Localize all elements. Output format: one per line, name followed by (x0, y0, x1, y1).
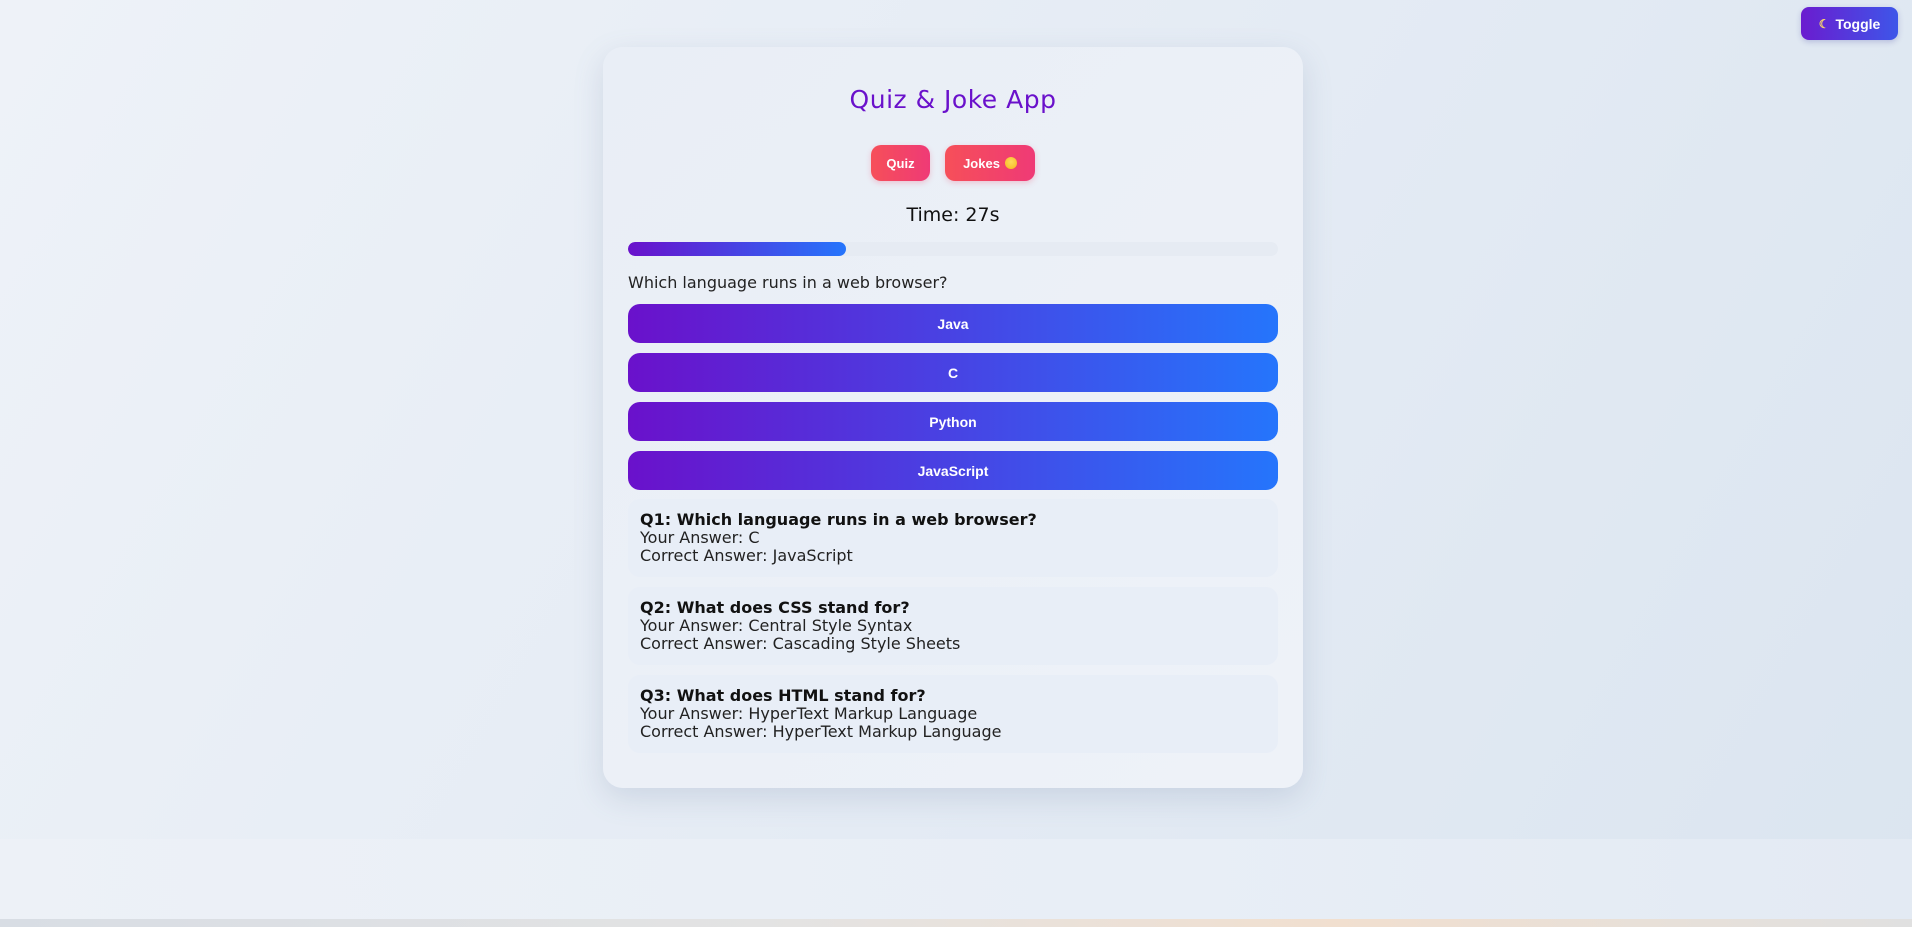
page-title: Quiz & Joke App (849, 85, 1057, 114)
result-item: Q3: What does HTML stand for? Your Answe… (628, 675, 1278, 753)
question-text: Which language runs in a web browser? (628, 273, 948, 292)
result-correct-answer: Correct Answer: Cascading Style Sheets (640, 634, 961, 653)
theme-toggle-label: Toggle (1835, 15, 1881, 32)
tab-jokes[interactable]: Jokes (945, 145, 1035, 181)
moon-icon: ☾ (1818, 16, 1830, 31)
option-c-button[interactable]: C (628, 353, 1278, 392)
results-list: Q1: Which language runs in a web browser… (628, 499, 1278, 763)
answer-options: Java C Python JavaScript (628, 304, 1278, 500)
bottom-edge (0, 919, 1912, 927)
timer-display: Time: 27s (906, 204, 1000, 226)
result-question: Q3: What does HTML stand for? (640, 686, 926, 705)
timer-progress-bar (628, 242, 1278, 256)
result-your-answer: Your Answer: Central Style Syntax (640, 616, 913, 635)
result-item: Q2: What does CSS stand for? Your Answer… (628, 587, 1278, 665)
option-python-button[interactable]: Python (628, 402, 1278, 441)
tab-quiz[interactable]: Quiz (871, 145, 930, 181)
result-question: Q2: What does CSS stand for? (640, 598, 910, 617)
tab-quiz-label: Quiz (886, 155, 915, 171)
option-java-button[interactable]: Java (628, 304, 1278, 343)
tab-jokes-label: Jokes (963, 155, 1000, 171)
result-your-answer: Your Answer: HyperText Markup Language (640, 704, 978, 723)
option-javascript-button[interactable]: JavaScript (628, 451, 1278, 490)
result-correct-answer: Correct Answer: JavaScript (640, 546, 853, 565)
app-card: Quiz & Joke App Quiz Jokes Time: 27s Whi… (603, 47, 1303, 788)
theme-toggle-button[interactable]: ☾ Toggle (1801, 7, 1898, 40)
page-footer-area (0, 839, 1912, 919)
timer-progress-fill (628, 242, 846, 256)
result-item: Q1: Which language runs in a web browser… (628, 499, 1278, 577)
result-question: Q1: Which language runs in a web browser… (640, 510, 1037, 529)
result-correct-answer: Correct Answer: HyperText Markup Languag… (640, 722, 1002, 741)
grinning-emoji-icon (1004, 157, 1017, 169)
result-your-answer: Your Answer: C (640, 528, 760, 547)
tab-bar: Quiz Jokes (603, 145, 1303, 181)
